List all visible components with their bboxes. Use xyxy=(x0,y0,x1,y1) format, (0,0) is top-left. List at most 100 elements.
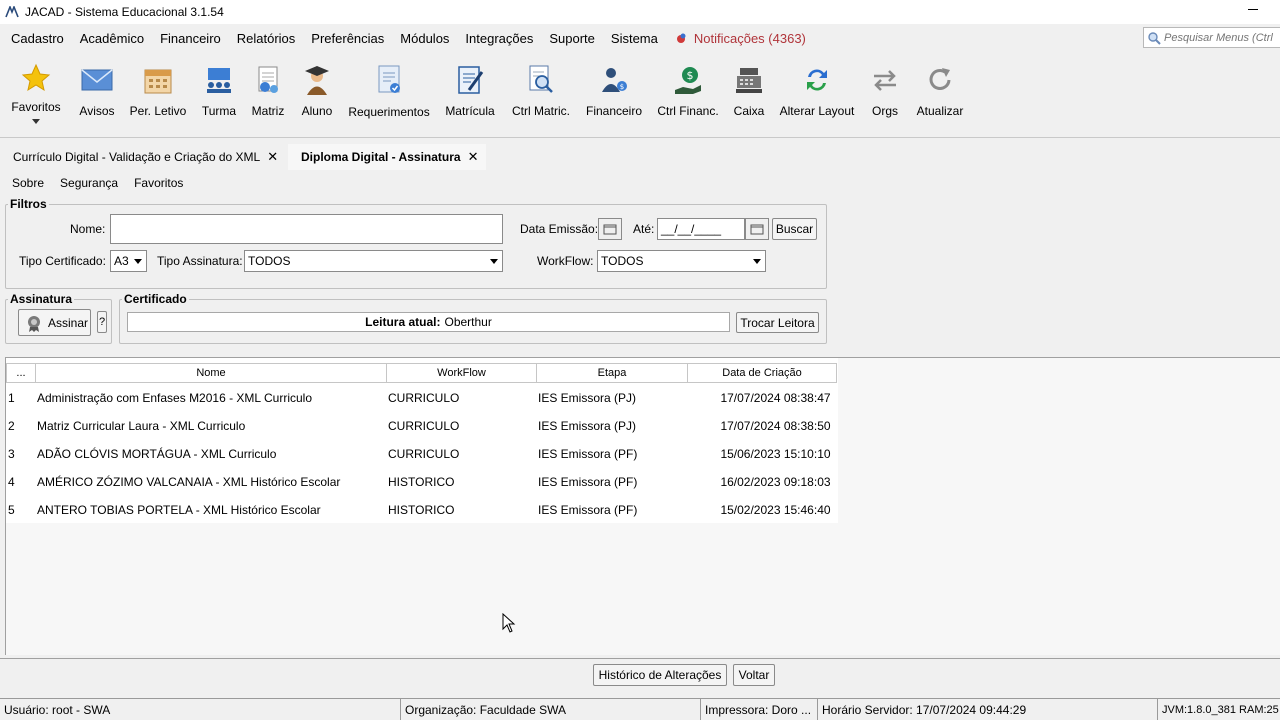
toolbar-orgs-button[interactable]: Orgs xyxy=(866,54,904,134)
menu-modulos[interactable]: Módulos xyxy=(400,31,449,46)
close-icon[interactable]: ✕ xyxy=(267,149,278,165)
column-header-data-criacao[interactable]: Data de Criação xyxy=(688,363,837,383)
row-number: 5 xyxy=(8,503,15,517)
row-workflow: CURRICULO xyxy=(388,447,460,461)
row-data-criacao: 15/06/2023 15:10:10 xyxy=(720,447,831,461)
table-row[interactable]: 4 AMÉRICO ZÓZIMO VALCANAIA - XML Históri… xyxy=(6,468,838,496)
cert-type-label: Tipo Certificado: xyxy=(19,254,106,268)
row-nome: AMÉRICO ZÓZIMO VALCANAIA - XML Histórico… xyxy=(37,475,341,489)
menu-integracoes[interactable]: Integrações xyxy=(465,31,533,46)
menu-financeiro[interactable]: Financeiro xyxy=(160,31,221,46)
submenu-sobre[interactable]: Sobre xyxy=(12,176,44,190)
toolbar-alterar-layout-button[interactable]: Alterar Layout xyxy=(776,54,858,134)
menu-cadastro[interactable]: Cadastro xyxy=(11,31,64,46)
calendar-icon xyxy=(750,224,764,234)
row-etapa: IES Emissora (PJ) xyxy=(538,391,637,405)
mouse-pointer-icon xyxy=(502,613,516,633)
toolbar-caixa-button[interactable]: Caixa xyxy=(731,54,767,134)
toolbar-ctrl-financ-button[interactable]: $ Ctrl Financ. xyxy=(654,54,722,134)
sign-button[interactable]: Assinar xyxy=(18,309,91,336)
menu-sistema[interactable]: Sistema xyxy=(611,31,658,46)
toolbar-ctrl-financ-label: Ctrl Financ. xyxy=(657,104,719,118)
certificate-legend: Certificado xyxy=(124,292,187,306)
change-reader-button[interactable]: Trocar Leitora xyxy=(736,312,819,333)
toolbar-requerimentos-button[interactable]: Requerimentos xyxy=(345,54,433,134)
table-header: ... Nome WorkFlow Etapa Data de Criação xyxy=(6,363,837,383)
toolbar-per-letivo-label: Per. Letivo xyxy=(129,104,187,118)
window-title: JACAD - Sistema Educacional 3.1.54 xyxy=(25,5,224,19)
toolbar-turma-button[interactable]: Turma xyxy=(198,54,240,134)
workflow-label: WorkFlow: xyxy=(537,254,594,268)
menu-preferencias[interactable]: Preferências xyxy=(311,31,384,46)
tab-curriculo-digital[interactable]: Currículo Digital - Validação e Criação … xyxy=(0,144,287,170)
toolbar-financeiro-button[interactable]: $ Financeiro xyxy=(583,54,645,134)
exchange-arrows-icon xyxy=(874,70,896,91)
table-row[interactable]: 3 ADÃO CLÓVIS MORTÁGUA - XML Curriculo C… xyxy=(6,440,838,468)
row-nome: ANTERO TOBIAS PORTELA - XML Histórico Es… xyxy=(37,503,321,517)
enrollment-icon xyxy=(458,66,484,94)
toolbar-requerimentos-label: Requerimentos xyxy=(348,105,430,119)
calendar-icon xyxy=(144,69,172,94)
menu-search-box[interactable] xyxy=(1143,27,1280,48)
toolbar-matricula-button[interactable]: Matrícula xyxy=(442,54,498,134)
until-date-picker[interactable] xyxy=(745,218,769,240)
table-row[interactable]: 1 Administração com Enfases M2016 - XML … xyxy=(6,384,838,412)
close-icon[interactable]: ✕ xyxy=(468,149,479,165)
search-button[interactable]: Buscar xyxy=(772,218,817,240)
column-header-etapa[interactable]: Etapa xyxy=(537,363,688,383)
workflow-select[interactable]: TODOS xyxy=(597,250,766,272)
certificate-seal-icon xyxy=(28,315,40,332)
student-icon xyxy=(305,66,329,95)
favorites-button[interactable]: Favoritos xyxy=(10,54,62,134)
name-input[interactable] xyxy=(110,214,503,244)
column-header-index[interactable]: ... xyxy=(6,363,36,383)
current-reader-display: Leitura atual: Oberthur xyxy=(127,312,730,332)
until-date-input[interactable]: __/__/____ xyxy=(657,218,745,240)
table-row[interactable]: 2 Matriz Curricular Laura - XML Curricul… xyxy=(6,412,838,440)
menu-bar: Cadastro Acadêmico Financeiro Relatórios… xyxy=(0,26,1280,50)
row-nome: ADÃO CLÓVIS MORTÁGUA - XML Curriculo xyxy=(37,447,277,461)
toolbar-caixa-label: Caixa xyxy=(733,104,765,118)
row-nome: Administração com Enfases M2016 - XML Cu… xyxy=(37,391,312,405)
submenu-seguranca[interactable]: Segurança xyxy=(60,176,118,190)
calendar-icon xyxy=(603,224,617,234)
status-jvm: JVM:1.8.0_381 RAM:25 xyxy=(1162,704,1279,716)
toolbar-matriz-button[interactable]: Matriz xyxy=(248,54,288,134)
title-bar: JACAD - Sistema Educacional 3.1.54 xyxy=(0,0,1280,24)
minimize-button[interactable] xyxy=(1234,0,1274,24)
back-button[interactable]: Voltar xyxy=(733,664,775,686)
emission-date-picker[interactable] xyxy=(598,218,622,240)
submenu-favoritos[interactable]: Favoritos xyxy=(134,176,183,190)
signature-table: ... Nome WorkFlow Etapa Data de Criação … xyxy=(5,357,1280,655)
classroom-icon xyxy=(207,68,231,93)
toolbar-atualizar-button[interactable]: Atualizar xyxy=(912,54,968,134)
toolbar-atualizar-label: Atualizar xyxy=(916,104,964,118)
history-button[interactable]: Histórico de Alterações xyxy=(593,664,727,686)
status-printer: Impressora: Doro ... xyxy=(701,699,818,720)
menu-relatorios[interactable]: Relatórios xyxy=(237,31,296,46)
toolbar-aluno-button[interactable]: Aluno xyxy=(297,54,337,134)
current-reader-label: Leitura atual: xyxy=(365,315,441,329)
help-button[interactable]: ? xyxy=(97,311,107,333)
until-label: Até: xyxy=(633,222,655,236)
notifications-link[interactable]: Notificações (4363) xyxy=(676,31,806,46)
column-header-workflow[interactable]: WorkFlow xyxy=(387,363,537,383)
menu-academico[interactable]: Acadêmico xyxy=(80,31,144,46)
tab-diploma-digital[interactable]: Diploma Digital - Assinatura ✕ xyxy=(288,144,486,170)
row-number: 1 xyxy=(8,391,15,405)
menu-suporte[interactable]: Suporte xyxy=(549,31,595,46)
toolbar-matricula-label: Matrícula xyxy=(445,104,495,118)
chevron-down-icon xyxy=(490,259,498,264)
menu-search-input[interactable] xyxy=(1164,31,1280,44)
table-row[interactable]: 5 ANTERO TOBIAS PORTELA - XML Histórico … xyxy=(6,496,838,524)
sign-button-label: Assinar xyxy=(48,315,89,330)
toolbar-per-letivo-button[interactable]: Per. Letivo xyxy=(127,54,189,134)
column-header-nome[interactable]: Nome xyxy=(36,363,387,383)
sign-type-select[interactable]: TODOS xyxy=(244,250,503,272)
toolbar-matriz-label: Matriz xyxy=(251,104,285,118)
cert-type-select[interactable]: A3 xyxy=(110,250,147,272)
toolbar-avisos-button[interactable]: Avisos xyxy=(76,54,118,134)
swap-layout-icon xyxy=(807,69,827,91)
toolbar-ctrl-matric-button[interactable]: Ctrl Matric. xyxy=(508,54,574,134)
name-label: Nome: xyxy=(70,222,106,236)
